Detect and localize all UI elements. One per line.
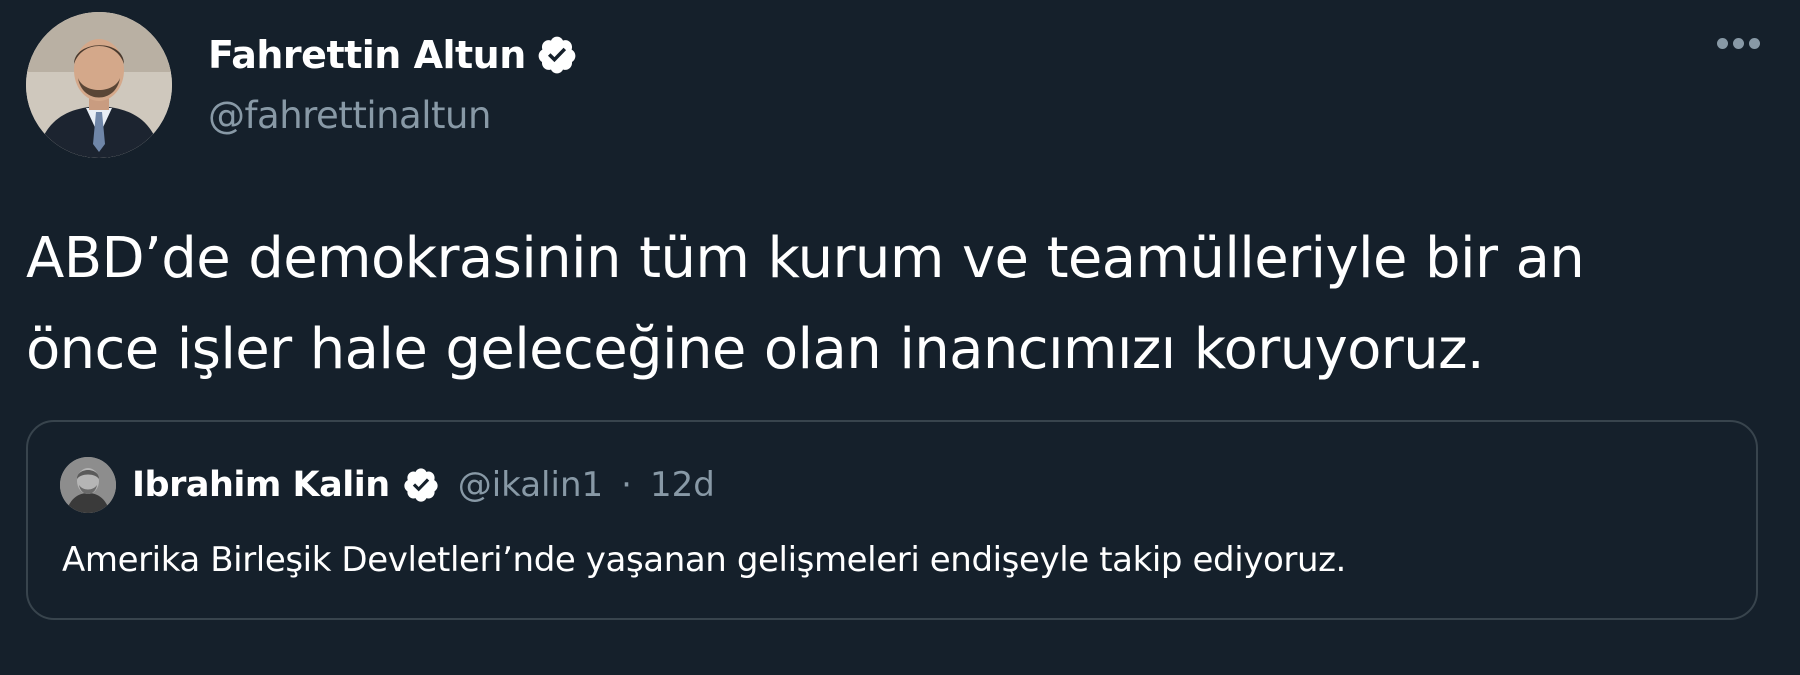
tweet-text-line: ABD’de demokrasinin tüm kurum ve teamüll…: [26, 226, 1585, 291]
author-avatar[interactable]: [26, 12, 172, 158]
more-dot: [1717, 38, 1728, 49]
quoted-tweet-age: 12d: [649, 465, 715, 505]
quoted-tweet-card[interactable]: Ibrahim Kalin @ikalin1 · 12d Amerika Bir…: [26, 420, 1758, 620]
quoted-author-avatar-image: [60, 457, 116, 513]
tweet-text: ABD’de demokrasinin tüm kurum ve teamüll…: [26, 213, 1776, 395]
more-dot: [1749, 38, 1760, 49]
author-name[interactable]: Fahrettin Altun: [208, 33, 526, 77]
meta-separator: ·: [621, 465, 632, 505]
verified-badge-icon: [404, 468, 438, 502]
more-dot: [1733, 38, 1744, 49]
quoted-author-avatar: [60, 457, 116, 513]
tweet-text-line: önce işler hale geleceğine olan inancımı…: [26, 317, 1485, 382]
quoted-tweet-header: Ibrahim Kalin @ikalin1 · 12d: [60, 456, 715, 514]
quoted-tweet-text: Amerika Birleşik Devletleri’nde yaşanan …: [62, 540, 1346, 580]
tweet: Fahrettin Altun @fahrettinaltun ABD’de d…: [0, 0, 1800, 675]
more-options-icon[interactable]: [1717, 38, 1760, 49]
author-name-row: Fahrettin Altun: [208, 28, 578, 82]
author-handle[interactable]: @fahrettinaltun: [208, 94, 491, 137]
verified-badge-icon: [538, 36, 576, 74]
author-avatar-image: [26, 12, 172, 158]
quoted-author-handle: @ikalin1: [457, 465, 604, 505]
quoted-author-name: Ibrahim Kalin: [132, 465, 390, 505]
